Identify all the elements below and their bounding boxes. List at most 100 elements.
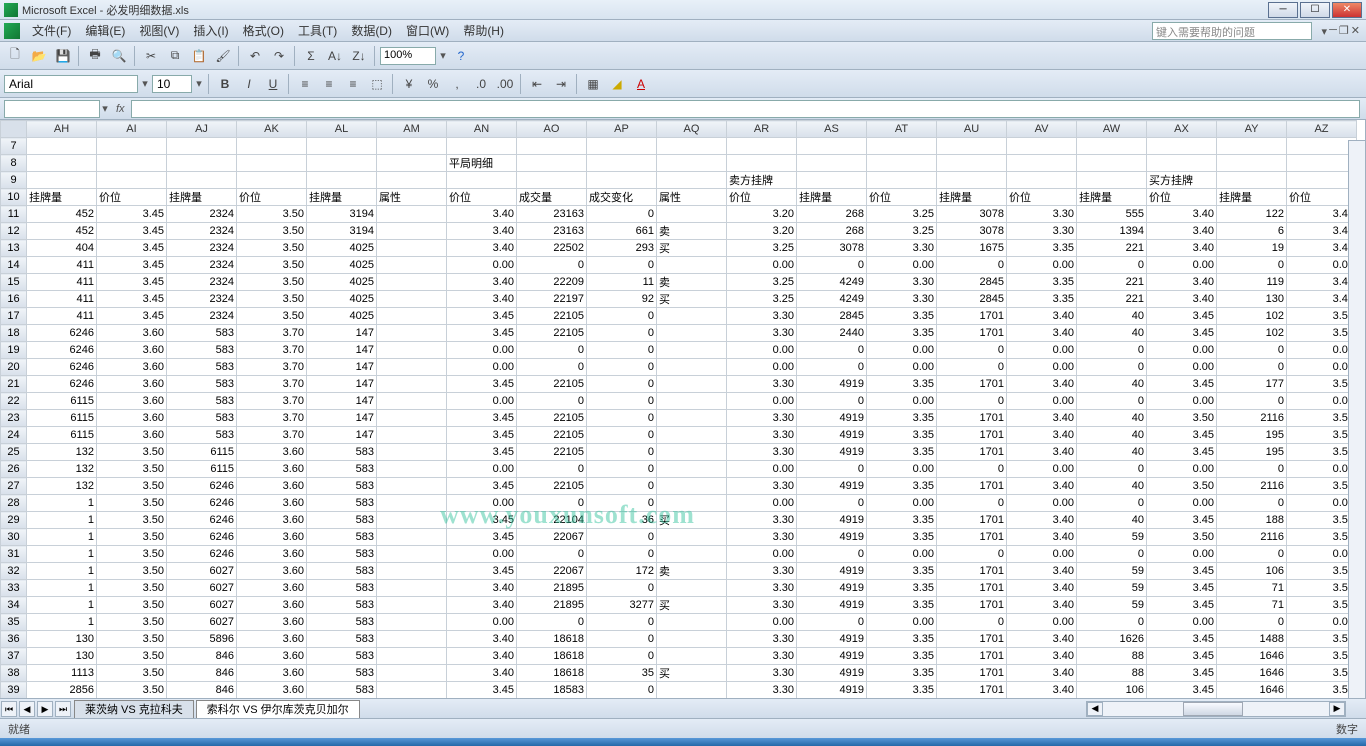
paste-icon[interactable]: 📋 (188, 45, 210, 67)
sheet-tab-1[interactable]: 莱茨纳 VS 克拉科夫 (74, 700, 194, 718)
row-header-33[interactable]: 33 (1, 580, 27, 597)
cell-AV9[interactable] (1007, 172, 1077, 189)
cell-AS20[interactable]: 0 (797, 359, 867, 376)
cell-AZ34[interactable]: 3.50 (1287, 597, 1357, 614)
cell-AJ37[interactable]: 846 (167, 648, 237, 665)
cell-AH12[interactable]: 452 (27, 223, 97, 240)
cell-AX31[interactable]: 0.00 (1147, 546, 1217, 563)
cell-AK25[interactable]: 3.60 (237, 444, 307, 461)
cell-AQ24[interactable] (657, 427, 727, 444)
cell-AZ22[interactable]: 0.00 (1287, 393, 1357, 410)
cell-AO19[interactable]: 0 (517, 342, 587, 359)
cell-AS24[interactable]: 4919 (797, 427, 867, 444)
col-header-AT[interactable]: AT (867, 121, 937, 138)
cell-AV19[interactable]: 0.00 (1007, 342, 1077, 359)
cell-AV27[interactable]: 3.40 (1007, 478, 1077, 495)
cell-AT21[interactable]: 3.35 (867, 376, 937, 393)
cell-AS29[interactable]: 4919 (797, 512, 867, 529)
row-header-8[interactable]: 8 (1, 155, 27, 172)
cell-AM10[interactable]: 属性 (377, 189, 447, 206)
cell-AH26[interactable]: 132 (27, 461, 97, 478)
cell-AU10[interactable]: 挂牌量 (937, 189, 1007, 206)
cell-AM37[interactable] (377, 648, 447, 665)
cell-AU18[interactable]: 1701 (937, 325, 1007, 342)
cell-AM12[interactable] (377, 223, 447, 240)
font-dropdown-icon[interactable]: ▾ (140, 77, 150, 90)
row-header-21[interactable]: 21 (1, 376, 27, 393)
cell-AV39[interactable]: 3.40 (1007, 682, 1077, 699)
cell-AR35[interactable]: 0.00 (727, 614, 797, 631)
cell-AX11[interactable]: 3.40 (1147, 206, 1217, 223)
cell-AZ24[interactable]: 3.50 (1287, 427, 1357, 444)
help-icon[interactable]: ? (450, 45, 472, 67)
cell-AP35[interactable]: 0 (587, 614, 657, 631)
cell-AW8[interactable] (1077, 155, 1147, 172)
cell-AY28[interactable]: 0 (1217, 495, 1287, 512)
cell-AY25[interactable]: 195 (1217, 444, 1287, 461)
cell-AO22[interactable]: 0 (517, 393, 587, 410)
doc-close-button[interactable]: ✕ (1351, 24, 1360, 37)
cell-AP13[interactable]: 293 (587, 240, 657, 257)
cell-AN28[interactable]: 0.00 (447, 495, 517, 512)
cell-AQ30[interactable] (657, 529, 727, 546)
cell-AI33[interactable]: 3.50 (97, 580, 167, 597)
cell-AP8[interactable] (587, 155, 657, 172)
cell-AH31[interactable]: 1 (27, 546, 97, 563)
cell-AT23[interactable]: 3.35 (867, 410, 937, 427)
cell-AU30[interactable]: 1701 (937, 529, 1007, 546)
col-header-AX[interactable]: AX (1147, 121, 1217, 138)
cell-AS35[interactable]: 0 (797, 614, 867, 631)
cell-AW33[interactable]: 59 (1077, 580, 1147, 597)
cell-AS39[interactable]: 4919 (797, 682, 867, 699)
col-header-AU[interactable]: AU (937, 121, 1007, 138)
cell-AK38[interactable]: 3.60 (237, 665, 307, 682)
cell-AP10[interactable]: 成交变化 (587, 189, 657, 206)
cell-AI19[interactable]: 3.60 (97, 342, 167, 359)
cell-AW36[interactable]: 1626 (1077, 631, 1147, 648)
cell-AI25[interactable]: 3.50 (97, 444, 167, 461)
cell-AV18[interactable]: 3.40 (1007, 325, 1077, 342)
row-header-16[interactable]: 16 (1, 291, 27, 308)
cell-AL17[interactable]: 4025 (307, 308, 377, 325)
cell-AS31[interactable]: 0 (797, 546, 867, 563)
cell-AQ22[interactable] (657, 393, 727, 410)
cell-AL35[interactable]: 583 (307, 614, 377, 631)
cell-AL27[interactable]: 583 (307, 478, 377, 495)
cell-AO28[interactable]: 0 (517, 495, 587, 512)
cell-AT38[interactable]: 3.35 (867, 665, 937, 682)
cell-AX18[interactable]: 3.45 (1147, 325, 1217, 342)
cell-AZ18[interactable]: 3.50 (1287, 325, 1357, 342)
namebox-dropdown-icon[interactable]: ▾ (100, 102, 110, 115)
cell-AU39[interactable]: 1701 (937, 682, 1007, 699)
cell-AP28[interactable]: 0 (587, 495, 657, 512)
cell-AR21[interactable]: 3.30 (727, 376, 797, 393)
scroll-thumb[interactable] (1183, 702, 1243, 716)
cell-AU23[interactable]: 1701 (937, 410, 1007, 427)
cell-AX23[interactable]: 3.50 (1147, 410, 1217, 427)
cell-AK13[interactable]: 3.50 (237, 240, 307, 257)
cell-AH27[interactable]: 132 (27, 478, 97, 495)
row-header-9[interactable]: 9 (1, 172, 27, 189)
cell-AI18[interactable]: 3.60 (97, 325, 167, 342)
cell-AY19[interactable]: 0 (1217, 342, 1287, 359)
cell-AJ11[interactable]: 2324 (167, 206, 237, 223)
cell-AO17[interactable]: 22105 (517, 308, 587, 325)
row-header-32[interactable]: 32 (1, 563, 27, 580)
cell-AZ16[interactable]: 3.45 (1287, 291, 1357, 308)
cell-AK28[interactable]: 3.60 (237, 495, 307, 512)
cell-AJ19[interactable]: 583 (167, 342, 237, 359)
cell-AO14[interactable]: 0 (517, 257, 587, 274)
cell-AM15[interactable] (377, 274, 447, 291)
font-name-input[interactable]: Arial (4, 75, 138, 93)
cell-AP33[interactable]: 0 (587, 580, 657, 597)
cell-AL16[interactable]: 4025 (307, 291, 377, 308)
cell-AP15[interactable]: 11 (587, 274, 657, 291)
cell-AU31[interactable]: 0 (937, 546, 1007, 563)
cell-AX26[interactable]: 0.00 (1147, 461, 1217, 478)
cell-AX7[interactable] (1147, 138, 1217, 155)
cell-AJ24[interactable]: 583 (167, 427, 237, 444)
cell-AK24[interactable]: 3.70 (237, 427, 307, 444)
cell-AS11[interactable]: 268 (797, 206, 867, 223)
sort-asc-icon[interactable]: A↓ (324, 45, 346, 67)
cell-AN15[interactable]: 3.40 (447, 274, 517, 291)
